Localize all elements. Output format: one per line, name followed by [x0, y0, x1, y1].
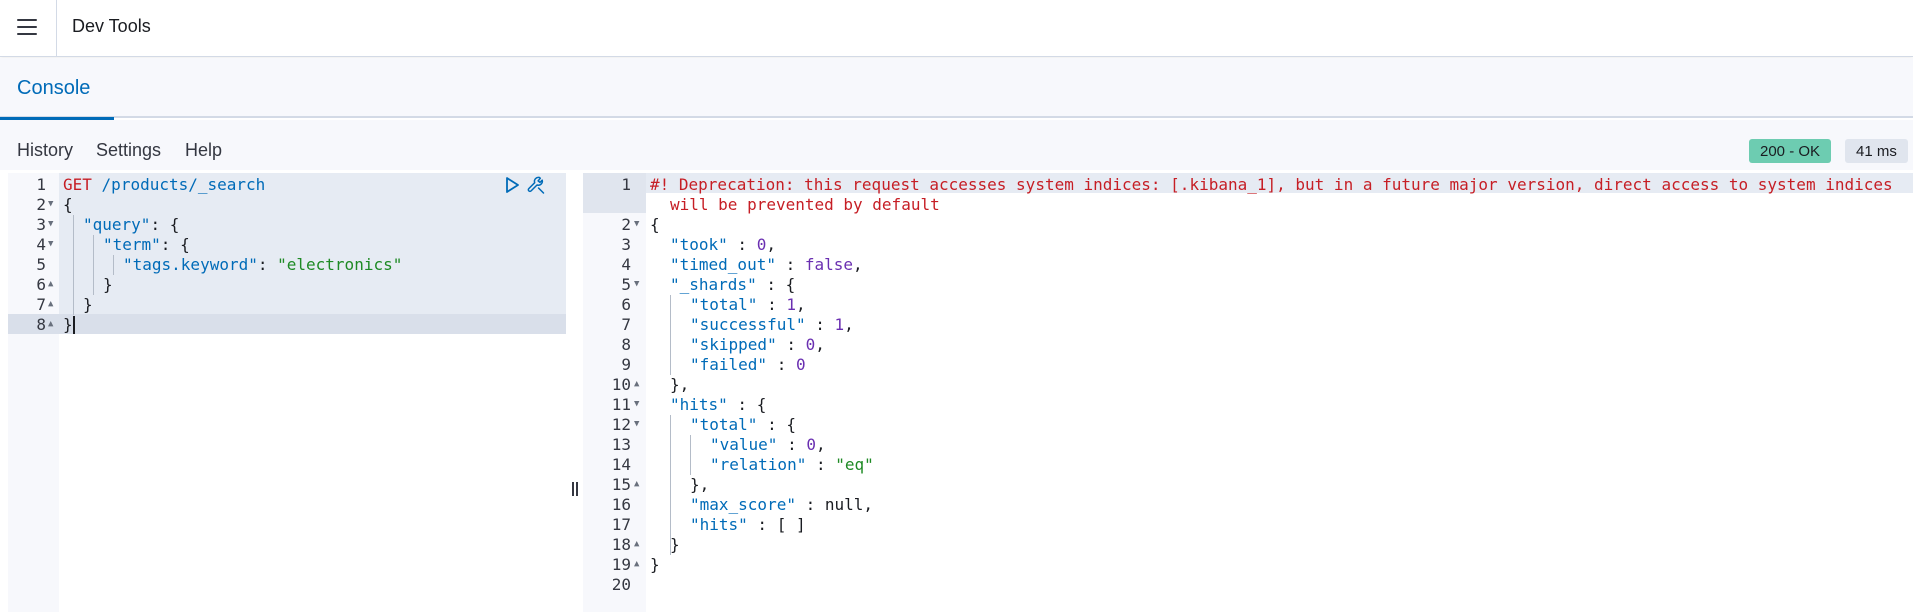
fold-up-icon[interactable]: ▲	[48, 319, 53, 329]
fold-up-icon[interactable]: ▲	[48, 279, 53, 289]
wrench-icon[interactable]	[526, 175, 546, 195]
line-number: 2	[36, 195, 46, 214]
code-line: "failed" : 0	[690, 355, 806, 374]
line-number: 13	[611, 435, 631, 454]
code-line: {	[63, 195, 73, 214]
request-gutter: 1 2 ▼ 3 ▼ 4 ▼ 5 6 ▲ 7 ▲ 8 ▲	[8, 173, 59, 612]
line-number: 16	[611, 495, 631, 514]
fold-down-icon[interactable]: ▼	[634, 219, 639, 229]
line-number: 2	[621, 215, 631, 234]
header-divider	[56, 0, 57, 57]
fold-up-icon[interactable]: ▲	[48, 299, 53, 309]
fold-down-icon[interactable]: ▼	[634, 399, 639, 409]
line-number: 9	[621, 355, 631, 374]
response-code: #! Deprecation: this request accesses sy…	[646, 173, 1913, 612]
line-number: 1	[621, 175, 631, 194]
code-line: }	[83, 295, 93, 314]
deprecation-warning-continued: will be prevented by default	[670, 195, 940, 214]
code-line: "value" : 0,	[710, 435, 826, 454]
menu-icon[interactable]	[10, 10, 44, 44]
help-link[interactable]: Help	[185, 140, 222, 161]
pane-resizer-handle[interactable]	[568, 173, 582, 612]
code-line: },	[690, 475, 710, 494]
status-badge: 200 - OK	[1749, 139, 1832, 163]
code-line: "total" : 1,	[690, 295, 806, 314]
code-line: }	[63, 315, 73, 334]
request-editor[interactable]: 1 2 ▼ 3 ▼ 4 ▼ 5 6 ▲ 7 ▲ 8 ▲ GET /product…	[8, 173, 566, 612]
play-icon[interactable]	[502, 175, 522, 195]
settings-link[interactable]: Settings	[96, 140, 161, 161]
line-number: 4	[36, 235, 46, 254]
line-number: 15	[611, 475, 631, 494]
response-viewer: 1 2 ▼ 3 4 5 ▼ 6 7 8 9 10 ▲ 11 ▼ 12 ▼ 13 …	[583, 173, 1913, 612]
code-line: "total" : {	[690, 415, 796, 434]
line-number: 12	[611, 415, 631, 434]
deprecation-warning: #! Deprecation: this request accesses sy…	[650, 175, 1893, 194]
code-line: }	[103, 275, 113, 294]
app-header: Dev Tools	[0, 0, 1913, 57]
line-number: 3	[36, 215, 46, 234]
line-number: 11	[611, 395, 631, 414]
console-toolbar: History Settings Help	[0, 120, 1913, 170]
code-line: {	[650, 215, 660, 234]
tab-console[interactable]: Console	[0, 58, 114, 120]
line-number: 7	[621, 315, 631, 334]
request-line: GET /products/_search	[63, 175, 265, 195]
tab-bar: Console	[0, 58, 1913, 120]
line-number: 18	[611, 535, 631, 554]
fold-up-icon[interactable]: ▲	[634, 479, 639, 489]
fold-down-icon[interactable]: ▼	[634, 279, 639, 289]
line-number: 19	[611, 555, 631, 574]
code-line: "hits" : [ ]	[690, 515, 806, 534]
code-line: "relation" : "eq"	[710, 455, 874, 474]
code-line: "_shards" : {	[670, 275, 796, 294]
code-line: }	[650, 555, 660, 574]
code-line: "tags.keyword": "electronics"	[123, 255, 403, 274]
line-number: 5	[36, 255, 46, 274]
line-number: 10	[611, 375, 631, 394]
fold-down-icon[interactable]: ▼	[48, 239, 53, 249]
code-line: "max_score" : null,	[690, 495, 874, 514]
response-gutter: 1 2 ▼ 3 4 5 ▼ 6 7 8 9 10 ▲ 11 ▼ 12 ▼ 13 …	[583, 173, 646, 612]
line-number: 3	[621, 235, 631, 254]
line-number: 6	[621, 295, 631, 314]
request-time-badge: 41 ms	[1845, 139, 1908, 163]
line-number: 5	[621, 275, 631, 294]
request-method: GET	[63, 175, 92, 194]
request-path: /products/_search	[101, 175, 266, 194]
line-number: 8	[621, 335, 631, 354]
line-number: 8	[36, 315, 46, 334]
line-number: 7	[36, 295, 46, 314]
line-number: 20	[611, 575, 631, 594]
code-line: "timed_out" : false,	[670, 255, 863, 274]
fold-down-icon[interactable]: ▼	[634, 419, 639, 429]
fold-up-icon[interactable]: ▲	[634, 559, 639, 569]
code-line: "successful" : 1,	[690, 315, 854, 334]
line-number: 4	[621, 255, 631, 274]
app-title: Dev Tools	[72, 16, 151, 36]
history-link[interactable]: History	[17, 140, 73, 161]
code-line: "took" : 0,	[670, 235, 776, 254]
code-line: "query": {	[83, 215, 180, 234]
fold-up-icon[interactable]: ▲	[634, 379, 639, 389]
fold-down-icon[interactable]: ▼	[48, 199, 53, 209]
code-line: }	[670, 535, 680, 554]
code-line: "skipped" : 0,	[690, 335, 825, 354]
line-number: 14	[611, 455, 631, 474]
fold-up-icon[interactable]: ▲	[634, 539, 639, 549]
line-number: 17	[611, 515, 631, 534]
code-line: },	[670, 375, 690, 394]
line-number: 1	[36, 175, 46, 194]
code-line: "hits" : {	[670, 395, 767, 414]
line-number: 6	[36, 275, 46, 294]
fold-down-icon[interactable]: ▼	[48, 219, 53, 229]
text-cursor	[73, 316, 75, 334]
code-line: "term": {	[103, 235, 190, 254]
